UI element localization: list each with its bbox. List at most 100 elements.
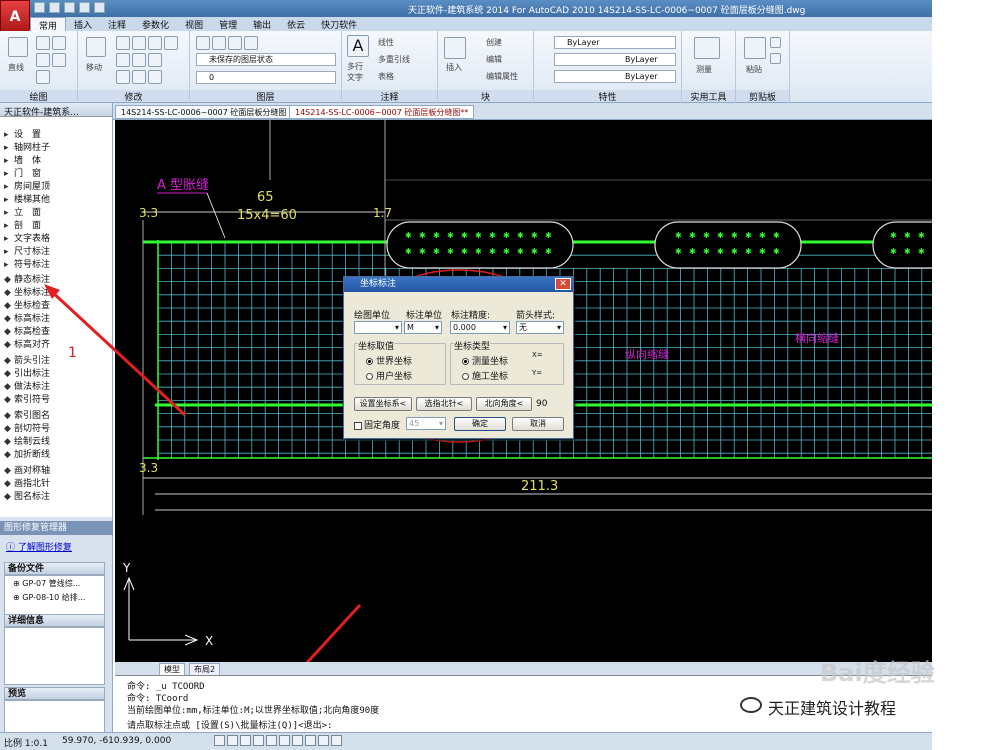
copy-clip-icon[interactable] [770, 53, 781, 64]
tangent-menu-item[interactable]: ▸ 门 窗 [4, 168, 41, 181]
tangent-menu-item[interactable]: ◆ 坐标标注 [4, 287, 50, 300]
copy-icon[interactable] [116, 53, 130, 67]
tangent-menu-item[interactable]: ◆ 图名标注 [4, 491, 50, 504]
status-toggle-icon[interactable] [279, 735, 290, 746]
line-icon[interactable] [8, 37, 28, 57]
tangent-menu-item[interactable]: ◆ 坐标检查 [4, 300, 50, 313]
tangent-menu-item[interactable]: ▸ 符号标注 [4, 259, 50, 272]
array-icon[interactable] [148, 70, 162, 84]
tangent-menu-item[interactable]: ◆ 绘制云线 [4, 436, 50, 449]
tangent-menu-item[interactable]: ▸ 文字表格 [4, 233, 50, 246]
dialog-close-icon[interactable]: ✕ [555, 278, 571, 290]
draw-panel-label[interactable]: 绘图 [0, 90, 77, 103]
paste-icon[interactable] [744, 37, 766, 59]
tangent-menu-item[interactable]: ▸ 房间屋顶 [4, 181, 50, 194]
undo-icon[interactable] [79, 2, 90, 13]
survey-coord-radio[interactable]: 测量坐标 [462, 354, 508, 367]
status-toggle-icon[interactable] [331, 735, 342, 746]
ribbon-tab[interactable]: 依云 [279, 17, 313, 31]
print-icon[interactable] [94, 2, 105, 13]
trim-icon[interactable] [132, 36, 146, 50]
stretch-icon[interactable] [116, 70, 130, 84]
world-coord-radio[interactable]: 世界坐标 [366, 354, 412, 367]
cancel-button[interactable]: 取消 [512, 417, 564, 431]
fillet-icon[interactable] [148, 53, 162, 67]
tangent-menu-item[interactable]: ◆ 画对称轴 [4, 465, 50, 478]
measure-icon[interactable] [694, 37, 720, 59]
tangent-menu-item[interactable]: ◆ 加折断线 [4, 449, 50, 462]
scale-indicator[interactable]: 比例 1:0.1 [4, 736, 48, 749]
modify-panel-label[interactable]: 修改 [78, 90, 189, 103]
recovery-help-link[interactable]: ⓘ 了解图形修复 [6, 540, 72, 553]
details-header[interactable]: 详细信息 [4, 614, 105, 627]
annotation-panel-label[interactable]: 注释 [342, 90, 437, 103]
text-icon[interactable]: A [347, 35, 369, 57]
command-line[interactable]: 命令: _u TCOORD 命令: TCoord 当前绘图单位:mm,标注单位:… [115, 675, 932, 732]
tangent-menu-item[interactable]: ◆ 标高对齐 [4, 339, 50, 352]
block-panel-label[interactable]: 块 [438, 90, 533, 103]
layer-state-dropdown[interactable]: 未保存的图层状态 [196, 53, 336, 66]
tangent-menu-item[interactable]: ▸ 立 面 [4, 207, 41, 220]
open-icon[interactable] [49, 2, 60, 13]
tangent-menu-item[interactable]: ◆ 索引图名 [4, 410, 50, 423]
construction-coord-radio[interactable]: 施工坐标 [462, 369, 508, 382]
backup-item[interactable]: ⊕ GP-07 管线综... [13, 578, 80, 589]
tangent-menu-item[interactable]: ▸ 剖 面 [4, 220, 41, 233]
doc-tab-1[interactable]: 14S214-SS-LC-0006~0007 砼面层板分缝图 [115, 105, 293, 119]
tangent-menu-item[interactable]: ◆ 标高标注 [4, 313, 50, 326]
tangent-menu-item[interactable]: ▸ 尺寸标注 [4, 246, 50, 259]
edit-block-button[interactable]: 编辑 [486, 54, 502, 65]
polyline-icon[interactable] [36, 36, 50, 50]
tangent-menu-item[interactable]: ◆ 剖切符号 [4, 423, 50, 436]
arc-icon[interactable] [52, 36, 66, 50]
tangent-menu-item[interactable]: ◆ 画指北针 [4, 478, 50, 491]
linear-dim-button[interactable]: 线性 [378, 37, 394, 48]
ribbon-tab[interactable]: 注释 [100, 17, 134, 31]
save-icon[interactable] [64, 2, 75, 13]
properties-panel-label[interactable]: 特性 [534, 90, 681, 103]
color-dropdown[interactable]: ByLayer [554, 36, 676, 49]
rect-icon[interactable] [52, 53, 66, 67]
linetype-dropdown[interactable]: ByLayer [554, 53, 676, 66]
tangent-menu-item[interactable]: ◆ 静态标注 [4, 274, 50, 287]
move-icon[interactable] [86, 37, 106, 57]
tangent-menu-item[interactable]: ◆ 做法标注 [4, 381, 50, 394]
fixed-angle-checkbox[interactable]: 固定角度 [354, 418, 400, 431]
layers-panel-label[interactable]: 图层 [190, 90, 341, 103]
preview-header[interactable]: 预览 [4, 687, 105, 700]
clipboard-panel-label[interactable]: 剪贴板 [736, 90, 789, 103]
utilities-panel-label[interactable]: 实用工具 [682, 90, 735, 103]
extend-icon[interactable] [148, 36, 162, 50]
tangent-menu-item[interactable]: ▸ 墙 体 [4, 155, 41, 168]
status-toggle-icon[interactable] [305, 735, 316, 746]
tangent-menu-item[interactable]: ◆ 箭头引注 [4, 355, 50, 368]
new-icon[interactable] [34, 2, 45, 13]
status-toggle-icon[interactable] [292, 735, 303, 746]
ribbon-tab[interactable]: 参数化 [134, 17, 177, 31]
edit-attribute-button[interactable]: 编辑属性 [486, 71, 518, 82]
erase-icon[interactable] [164, 36, 178, 50]
tangent-menu-item[interactable]: ◆ 标高检查 [4, 326, 50, 339]
backup-item[interactable]: ⊕ GP-08-10 给排... [13, 592, 85, 603]
fixed-angle-select[interactable]: 45 [406, 417, 446, 430]
tangent-menu-item[interactable]: ▸ 楼梯其他 [4, 194, 50, 207]
ribbon-tab[interactable]: 插入 [66, 17, 100, 31]
multileader-button[interactable]: 多重引线 [378, 54, 410, 65]
ribbon-tab[interactable]: 视图 [177, 17, 211, 31]
tangent-menu-item[interactable]: ▸ 设 置 [4, 129, 41, 142]
tangent-menu-item[interactable]: ◆ 索引符号 [4, 394, 50, 407]
status-toggle-icon[interactable] [318, 735, 329, 746]
status-toggle-icon[interactable] [240, 735, 251, 746]
doc-tab-2-active[interactable]: 14S214-SS-LC-0006~0007 砼面层板分缝图** [289, 105, 475, 119]
layer-off-icon[interactable] [244, 36, 258, 50]
pick-north-button[interactable]: 选指北针< [416, 397, 472, 411]
application-button[interactable]: A [0, 0, 30, 34]
command-prompt[interactable]: 请点取标注点或 [设置(S)\批量标注(Q)]<退出>: [127, 718, 332, 731]
status-toggle-icon[interactable] [214, 735, 225, 746]
lineweight-dropdown[interactable]: ByLayer [554, 70, 676, 83]
backup-files-header[interactable]: 备份文件 [4, 562, 105, 575]
create-block-button[interactable]: 创建 [486, 37, 502, 48]
hatch-icon[interactable] [36, 70, 50, 84]
tangent-menu-item[interactable]: ▸ 轴网柱子 [4, 142, 50, 155]
annot-unit-select[interactable]: M [404, 321, 442, 334]
